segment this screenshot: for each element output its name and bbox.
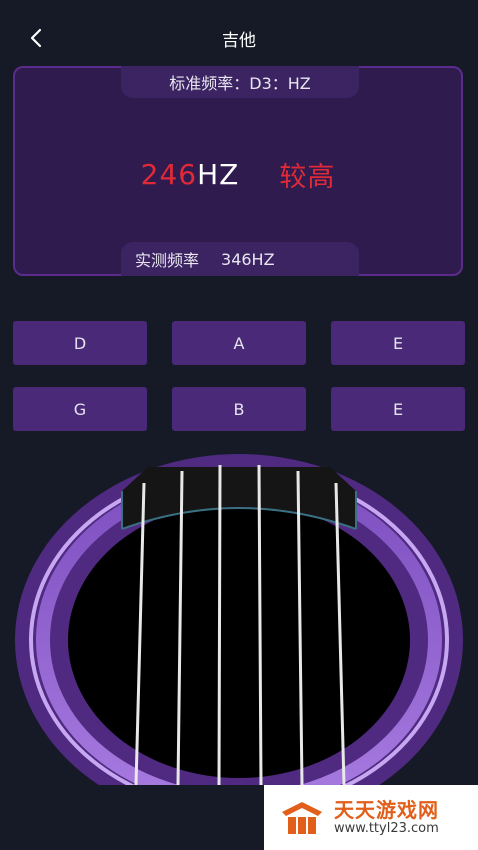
watermark: 天天游戏网 www.ttyl23.com — [264, 785, 478, 850]
tuning-status: 较高 — [279, 161, 336, 193]
frequency-value: 246 — [140, 157, 198, 191]
guitar-string — [257, 464, 263, 785]
standard-frequency-label: 标准频率： — [169, 74, 250, 93]
measured-frequency-label: 实测频率 — [135, 251, 200, 270]
standard-frequency-value: D3：HZ — [249, 74, 311, 93]
string-button-e-low[interactable]: E — [331, 321, 465, 365]
string-button-b[interactable]: B — [172, 387, 306, 431]
string-button-a[interactable]: A — [172, 321, 306, 365]
measured-frequency: 实测频率 346HZ — [121, 242, 359, 276]
string-button-e-high[interactable]: E — [331, 387, 465, 431]
frequency-display: 246 HZ 较高 — [15, 154, 461, 194]
soundhole — [68, 502, 410, 778]
guitar-string — [217, 464, 222, 785]
page-title: 吉他 — [222, 31, 256, 51]
watermark-url: www.ttyl23.com — [334, 820, 439, 836]
measured-frequency-value: 346HZ — [221, 249, 275, 269]
frequency-unit: HZ — [197, 157, 240, 191]
standard-frequency: 标准频率： D3：HZ — [121, 66, 359, 98]
guitar-soundhole-illustration — [15, 454, 463, 785]
watermark-logo-icon — [282, 801, 322, 834]
tuner-panel: 标准频率： D3：HZ 246 HZ 较高 实测频率 346HZ — [13, 66, 463, 276]
string-button-d[interactable]: D — [13, 321, 147, 365]
string-button-g[interactable]: G — [13, 387, 147, 431]
app-header: 吉他 — [0, 0, 478, 76]
watermark-name: 天天游戏网 — [334, 797, 439, 822]
